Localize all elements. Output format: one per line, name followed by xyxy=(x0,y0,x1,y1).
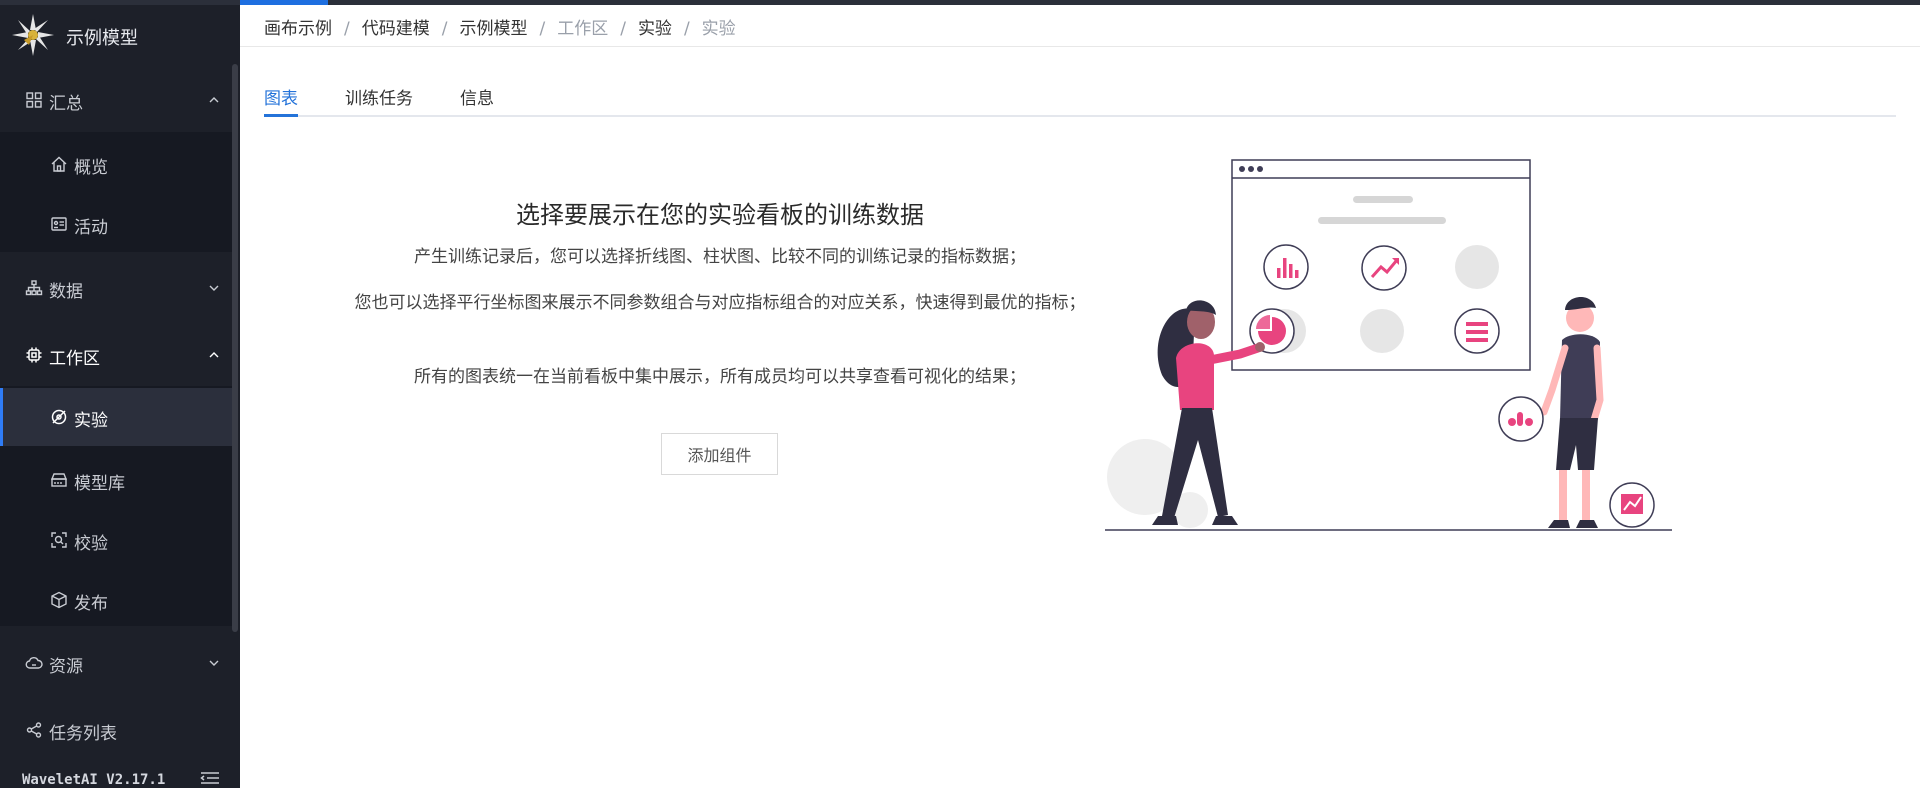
sidebar-group-label: 工作区 xyxy=(49,349,100,369)
top-progress-bar xyxy=(0,0,1920,5)
active-tab-indicator xyxy=(264,114,298,117)
sidebar-group-label: 汇总 xyxy=(49,94,83,114)
chevron-down-icon xyxy=(209,660,219,666)
sidebar-group-label: 资源 xyxy=(49,657,83,677)
version-label: WaveletAI V2.17.1 xyxy=(22,772,166,788)
sidebar-item-experiment[interactable]: 实验 xyxy=(0,388,236,446)
sidebar-item-label: 任务列表 xyxy=(49,724,117,744)
id-card-icon xyxy=(51,217,67,231)
sidebar-item-label: 实验 xyxy=(74,411,108,431)
add-widget-button[interactable]: 添加组件 xyxy=(661,433,778,475)
sidebar-item-label: 概览 xyxy=(74,158,108,178)
sidebar: 示例模型 汇总 概览 活动 数据 工作区 实验 模型库 校验 发布 资源 任务列… xyxy=(0,0,240,788)
dashboard-illustration xyxy=(1105,159,1672,531)
divider xyxy=(240,46,1920,47)
chevron-down-icon xyxy=(209,285,219,291)
scan-icon xyxy=(51,532,67,548)
sidebar-item-model-library[interactable]: 模型库 xyxy=(0,460,236,500)
tab-info[interactable]: 信息 xyxy=(460,84,494,109)
brand[interactable]: 示例模型 xyxy=(0,0,240,68)
sidebar-item-task-list[interactable]: 任务列表 xyxy=(0,710,236,750)
logo-icon xyxy=(12,14,54,56)
box-icon xyxy=(51,591,67,609)
sidebar-group-workspace[interactable]: 工作区 xyxy=(0,335,236,375)
breadcrumb-item[interactable]: 实验 xyxy=(638,19,672,39)
sidebar-item-activity[interactable]: 活动 xyxy=(0,204,236,244)
empty-state-description: 您也可以选择平行坐标图来展示不同参数组合与对应指标组合的对应关系，快速得到最优的… xyxy=(354,293,1086,313)
breadcrumb: 画布示例 / 代码建模 / 示例模型 / 工作区 / 实验 / 实验 xyxy=(264,19,736,39)
home-icon xyxy=(51,156,67,172)
sidebar-group-resources[interactable]: 资源 xyxy=(0,643,236,683)
empty-state-description: 产生训练记录后，您可以选择折线图、柱状图、比较不同的训练记录的指标数据； xyxy=(414,247,1026,267)
app-title: 示例模型 xyxy=(66,28,138,49)
collapse-menu-icon[interactable] xyxy=(200,771,220,785)
experiment-icon xyxy=(51,409,67,425)
cpu-icon xyxy=(26,347,42,363)
breadcrumb-current: 实验 xyxy=(701,19,736,39)
sidebar-scrollbar[interactable] xyxy=(232,64,238,632)
sidebar-item-label: 校验 xyxy=(74,534,108,554)
tab-training-tasks[interactable]: 训练任务 xyxy=(345,84,413,109)
sidebar-group-label: 数据 xyxy=(49,282,83,302)
empty-state-title: 选择要展示在您的实验看板的训练数据 xyxy=(516,201,924,229)
tab-charts[interactable]: 图表 xyxy=(264,84,298,109)
sidebar-group-data[interactable]: 数据 xyxy=(0,268,236,308)
sidebar-item-label: 发布 xyxy=(74,594,108,614)
sidebar-item-publish[interactable]: 发布 xyxy=(0,580,236,620)
grid-icon xyxy=(26,92,42,108)
sidebar-item-label: 模型库 xyxy=(74,474,125,494)
tab-bar-line xyxy=(264,115,1896,117)
empty-state-description: 所有的图表统一在当前看板中集中展示，所有成员均可以共享查看可视化的结果； xyxy=(414,367,1026,387)
breadcrumb-item[interactable]: 画布示例 xyxy=(264,19,332,39)
breadcrumb-item[interactable]: 示例模型 xyxy=(459,19,527,39)
chevron-up-icon xyxy=(209,352,219,358)
sidebar-item-label: 活动 xyxy=(74,218,108,238)
sitemap-icon xyxy=(25,280,43,296)
share-nodes-icon xyxy=(26,722,42,738)
sidebar-item-overview[interactable]: 概览 xyxy=(0,144,236,184)
sidebar-group-summary[interactable]: 汇总 xyxy=(0,80,236,120)
cloud-icon xyxy=(25,657,43,669)
breadcrumb-item: 工作区 xyxy=(557,19,609,39)
chevron-up-icon xyxy=(209,97,219,103)
breadcrumb-item[interactable]: 代码建模 xyxy=(362,19,430,39)
sidebar-item-validation[interactable]: 校验 xyxy=(0,520,236,560)
storage-icon xyxy=(50,473,68,487)
